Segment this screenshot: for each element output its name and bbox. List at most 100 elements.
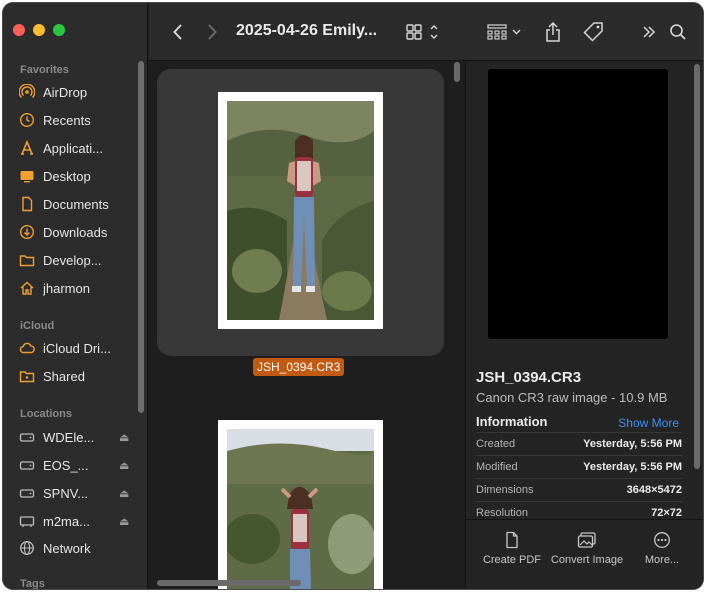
sidebar-item-label: Shared <box>43 368 85 384</box>
sidebar-item-label: WDEle... <box>43 429 95 445</box>
eject-icon[interactable]: ⏏ <box>119 459 131 472</box>
sidebar-item-label: jharmon <box>43 280 90 296</box>
sidebar-item-develop[interactable]: Develop... <box>19 249 137 271</box>
sidebar-item-m2ma[interactable]: m2ma... ⏏ <box>19 510 137 532</box>
sidebar-item-label: Desktop <box>43 168 91 184</box>
eject-icon[interactable]: ⏏ <box>119 431 131 444</box>
photo-image <box>227 429 374 589</box>
selected-thumbnail[interactable] <box>157 69 444 356</box>
sidebar-item-desktop[interactable]: Desktop <box>19 165 137 187</box>
quick-actions-bar: Create PDF Convert Image More... <box>466 519 703 589</box>
share-icon <box>546 21 560 42</box>
sidebar-item-icloud-drive[interactable]: iCloud Dri... <box>19 337 137 359</box>
chevron-right-icon <box>208 24 217 40</box>
forward-button[interactable] <box>201 20 223 44</box>
sidebar-item-eos[interactable]: EOS_... ⏏ <box>19 454 137 476</box>
info-value: 3648×5472 <box>626 484 682 496</box>
view-mode-button[interactable] <box>405 20 441 44</box>
sidebar-scrollbar[interactable] <box>138 61 144 413</box>
sidebar-item-spnv[interactable]: SPNV... ⏏ <box>19 482 137 504</box>
group-icon <box>487 24 521 40</box>
airdrop-icon <box>19 84 35 100</box>
clock-icon <box>19 112 35 128</box>
sidebar-item-label: AirDrop <box>43 84 88 100</box>
sidebar-item-documents[interactable]: Documents <box>19 193 137 215</box>
chevron-left-icon <box>173 24 182 40</box>
drive-icon <box>19 457 35 473</box>
zoom-button[interactable] <box>53 24 65 36</box>
photo-thumbnail[interactable] <box>218 92 383 329</box>
window-title: 2025-04-26 Emily... <box>236 22 378 39</box>
chevron-double-right-icon <box>643 26 656 38</box>
info-row-dimensions: Dimensions 3648×5472 <box>476 478 682 501</box>
content-vertical-scrollbar[interactable] <box>454 62 460 82</box>
tags-button[interactable] <box>581 20 605 44</box>
toolbar: 2025-04-26 Emily... <box>149 3 703 61</box>
info-value: Yesterday, 5:56 PM <box>583 461 682 473</box>
selected-filename-label[interactable]: JSH_0394.CR3 <box>253 358 345 376</box>
window-controls <box>13 24 65 36</box>
search-button[interactable] <box>667 20 689 44</box>
globe-icon <box>19 540 35 556</box>
photo-image <box>227 101 374 320</box>
info-key: Resolution <box>476 507 528 519</box>
show-more-link[interactable]: Show More <box>618 416 679 430</box>
sidebar-section-locations: Locations <box>20 408 72 420</box>
sidebar-item-label: Documents <box>43 196 109 212</box>
sidebar-section-favorites: Favorites <box>20 64 69 76</box>
share-button[interactable] <box>542 20 564 44</box>
eject-icon[interactable]: ⏏ <box>119 487 131 500</box>
toolbar-overflow-button[interactable] <box>639 20 659 44</box>
drive-icon <box>19 429 35 445</box>
info-key: Dimensions <box>476 484 534 496</box>
pdf-icon <box>474 530 550 550</box>
sidebar-item-wdele[interactable]: WDEle... ⏏ <box>19 426 137 448</box>
preview-file-type: Canon CR3 raw image - 10.9 MB <box>476 390 668 405</box>
sidebar-item-jharmon[interactable]: jharmon <box>19 277 137 299</box>
drive-icon <box>19 485 35 501</box>
convert-image-button[interactable]: Convert Image <box>549 530 625 566</box>
sidebar-item-label: SPNV... <box>43 485 89 501</box>
sidebar-section-icloud: iCloud <box>20 320 55 332</box>
more-actions-button[interactable]: More... <box>624 530 700 566</box>
sidebar: Favorites AirDrop Recents Applicati... D… <box>3 3 148 589</box>
tag-icon <box>583 22 603 42</box>
photo-thumbnail[interactable] <box>218 420 383 589</box>
information-heading: Information <box>476 414 548 429</box>
sidebar-item-shared[interactable]: Shared <box>19 365 137 387</box>
sidebar-item-downloads[interactable]: Downloads <box>19 221 137 243</box>
sidebar-section-tags: Tags <box>20 578 45 590</box>
info-row-created: Created Yesterday, 5:56 PM <box>476 432 682 455</box>
folder-icon <box>19 252 35 268</box>
sidebar-item-airdrop[interactable]: AirDrop <box>19 81 137 103</box>
info-row-modified: Modified Yesterday, 5:56 PM <box>476 455 682 478</box>
create-pdf-button[interactable]: Create PDF <box>474 530 550 566</box>
convert-image-icon <box>549 530 625 550</box>
back-button[interactable] <box>167 20 189 44</box>
sidebar-item-recents[interactable]: Recents <box>19 109 137 131</box>
home-icon <box>19 280 35 296</box>
sidebar-item-label: Develop... <box>43 252 102 268</box>
preview-image <box>488 69 668 339</box>
sidebar-item-network[interactable]: Network <box>19 537 137 559</box>
content-horizontal-scrollbar[interactable] <box>157 580 301 586</box>
info-value: 72×72 <box>651 507 682 519</box>
close-button[interactable] <box>13 24 25 36</box>
file-grid: JSH_0394.CR3 <box>149 62 465 589</box>
minimize-button[interactable] <box>33 24 45 36</box>
group-by-button[interactable] <box>486 20 524 44</box>
applications-icon <box>19 140 35 156</box>
download-icon <box>19 224 35 240</box>
more-icon <box>624 530 700 550</box>
preview-scrollbar[interactable] <box>694 64 700 469</box>
eject-icon[interactable]: ⏏ <box>119 515 131 528</box>
info-key: Modified <box>476 461 518 473</box>
sidebar-item-label: EOS_... <box>43 457 89 473</box>
sidebar-item-label: iCloud Dri... <box>43 340 111 356</box>
sidebar-item-label: Downloads <box>43 224 108 240</box>
info-value: Yesterday, 5:56 PM <box>583 438 682 450</box>
cloud-icon <box>19 340 35 356</box>
action-label: Create PDF <box>482 554 542 566</box>
sidebar-item-applications[interactable]: Applicati... <box>19 137 137 159</box>
action-label: More... <box>644 554 680 566</box>
